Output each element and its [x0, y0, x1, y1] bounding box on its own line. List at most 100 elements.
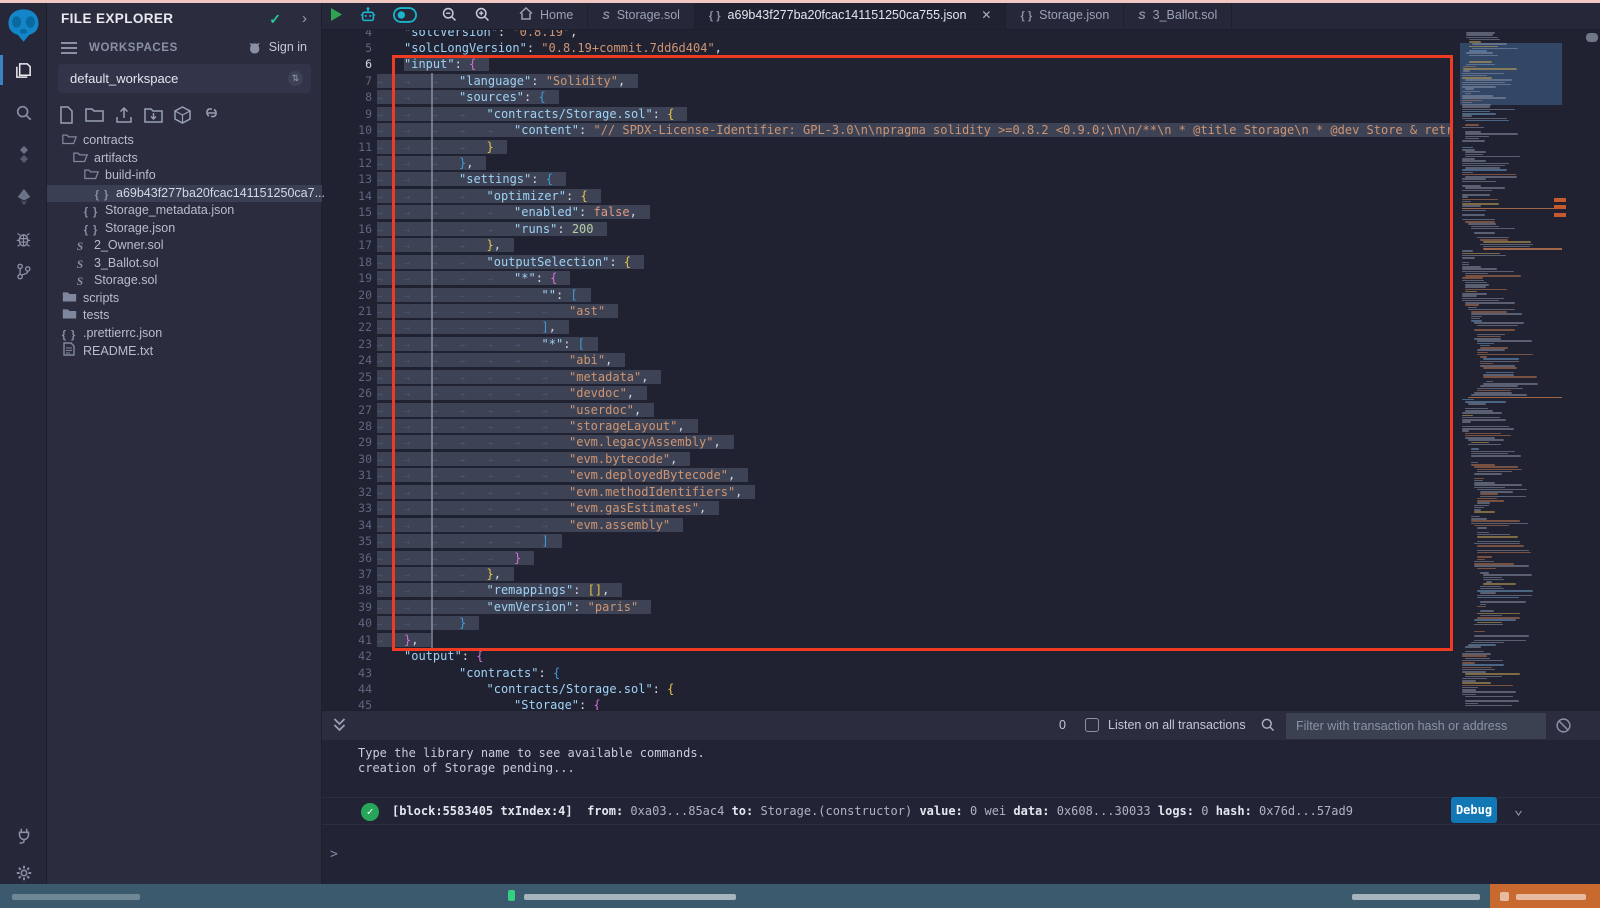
upload-folder-icon[interactable] [144, 106, 163, 123]
tx-expand-chevron-icon[interactable]: ⌄ [1514, 800, 1523, 818]
tree-item-scripts[interactable]: scripts [47, 290, 322, 308]
search-icon [15, 104, 33, 122]
workspace-select[interactable]: default_workspace ⇅ [58, 64, 311, 93]
code-line-5[interactable]: 5 "solcLongVersion": "0.8.19+commit.7dd6… [322, 40, 1453, 56]
listen-transactions-checkbox[interactable] [1085, 718, 1099, 732]
tree-item-label: Storage_metadata.json [105, 203, 234, 217]
tree-item-contracts[interactable]: contracts [47, 132, 322, 150]
file-explorer-panel: FILE EXPLORER ✓ › WORKSPACES Sign in def… [47, 0, 322, 884]
file-explorer-icon [14, 61, 33, 80]
code-line-43[interactable]: 43 "contracts": { [322, 665, 1453, 681]
code-line-44[interactable]: 44 "contracts/Storage.sol": { [322, 681, 1453, 697]
tree-item-2-owner-sol[interactable]: S2_Owner.sol [47, 237, 322, 255]
workspace-caret-icon: ⇅ [288, 71, 303, 86]
check-icon: ✓ [269, 11, 281, 28]
terminal-search-icon[interactable] [1260, 717, 1276, 733]
line-number: 19 [322, 270, 372, 286]
tree-item-storage-metadata-json[interactable]: { }Storage_metadata.json [47, 202, 322, 220]
tab-home[interactable]: Home [505, 0, 588, 29]
folder-open-icon [61, 132, 77, 151]
tree-item-3-ballot-sol[interactable]: S3_Ballot.sol [47, 255, 322, 273]
line-number: 35 [322, 533, 372, 549]
file-icon [61, 342, 77, 362]
assistant-toggle[interactable] [385, 0, 425, 29]
line-number: 37 [322, 566, 372, 582]
transaction-filter-input[interactable] [1286, 713, 1546, 739]
zoom-in-icon [474, 6, 491, 23]
line-number: 36 [322, 550, 372, 566]
remix-logo-icon[interactable] [5, 7, 42, 44]
annotation-rectangle [392, 55, 1453, 651]
editor-tab-bar: HomeSStorage.sol{ }a69b43f277ba20fcac141… [322, 0, 1600, 30]
git-branch-icon [15, 262, 32, 281]
status-alert-segment[interactable] [1490, 884, 1600, 908]
line-number: 13 [322, 171, 372, 187]
zoom-in-button[interactable] [466, 0, 499, 29]
rail-file-explorer-button[interactable] [0, 53, 47, 87]
editor-scrollbar[interactable] [1584, 30, 1600, 710]
line-number: 42 [322, 648, 372, 664]
tab-3-ballot-sol[interactable]: S3_Ballot.sol [1124, 0, 1232, 29]
scrollbar-thumb[interactable] [1586, 33, 1598, 42]
line-number: 30 [322, 451, 372, 467]
line-number: 6 [322, 56, 372, 72]
alert-text [1516, 894, 1586, 900]
ai-assistant-button[interactable] [351, 0, 385, 29]
tree-item-storage-sol[interactable]: SStorage.sol [47, 272, 322, 290]
clear-console-icon[interactable] [1555, 717, 1572, 734]
upload-file-icon[interactable] [115, 106, 133, 124]
link-icon[interactable] [202, 106, 221, 120]
tx-summary: [block:5583405 txIndex:4] from: 0xa03...… [392, 804, 1353, 818]
terminal-log-line: Type the library name to see available c… [358, 746, 705, 760]
tab-label: a69b43f277ba20fcac141151250ca755.json [728, 8, 967, 22]
tree-item-label: README.txt [83, 344, 153, 358]
tree-item-label: artifacts [94, 151, 138, 165]
tab-label: Storage.json [1039, 8, 1109, 22]
line-number: 28 [322, 418, 372, 434]
tree-item-storage-json[interactable]: { }Storage.json [47, 220, 322, 238]
panel-title: FILE EXPLORER [61, 11, 173, 26]
run-script-button[interactable] [322, 0, 351, 29]
line-number: 45 [322, 697, 372, 710]
sign-in-button[interactable]: Sign in [249, 40, 307, 54]
line-number: 15 [322, 204, 372, 220]
tree-item-label: Storage.sol [94, 273, 157, 287]
tree-item-artifacts[interactable]: artifacts [47, 150, 322, 168]
rail-deploy-and-run-button[interactable] [0, 180, 47, 214]
tab-icon: { } [1020, 8, 1032, 22]
plug-icon [15, 826, 33, 844]
debug-button[interactable]: Debug [1451, 797, 1497, 823]
new-file-icon[interactable] [59, 106, 74, 124]
rail-git-button[interactable] [0, 254, 47, 288]
status-icon [508, 890, 515, 901]
tree-item-build-info[interactable]: build-info [47, 167, 322, 185]
tab-close-icon[interactable]: ✕ [981, 8, 991, 22]
tree-item-a69b43f277ba20fcac141151250ca7-[interactable]: { }a69b43f277ba20fcac141151250ca7... [47, 185, 322, 203]
tab-storage-json[interactable]: { } Storage.json [1006, 0, 1124, 29]
zoom-out-button[interactable] [433, 0, 466, 29]
ipfs-cube-icon[interactable] [174, 106, 191, 124]
tree-item-label: 2_Owner.sol [94, 238, 163, 252]
tab-a69b43f277ba20fcac141151250ca755-json[interactable]: { }a69b43f277ba20fcac141151250ca755.json… [695, 0, 1007, 29]
collapse-terminal-icon[interactable] [332, 717, 347, 733]
minimap[interactable] [1460, 30, 1562, 710]
tree-item--prettierrc-json[interactable]: { }.prettierrc.json [47, 325, 322, 343]
terminal-prompt[interactable]: > [330, 847, 338, 862]
code-line-4[interactable]: 4 "solcVersion": "0.8.19", [322, 30, 1453, 40]
code-editor[interactable]: 4 "solcVersion": "0.8.19",5 "solcLongVer… [322, 30, 1600, 710]
tab-storage-sol[interactable]: SStorage.sol [588, 0, 695, 29]
panel-expand-icon[interactable]: › [302, 10, 307, 27]
line-number: 7 [322, 73, 372, 89]
workspaces-menu-icon[interactable] [61, 41, 77, 55]
line-number: 32 [322, 484, 372, 500]
code-line-45[interactable]: 45 "Storage": { [322, 697, 1453, 710]
rail-debugger-button[interactable] [0, 222, 47, 256]
tree-item-readme-txt[interactable]: README.txt [47, 342, 322, 360]
rail-plugin-manager-button[interactable] [0, 818, 47, 852]
rail-search-button[interactable] [0, 96, 47, 130]
terminal-output[interactable]: Type the library name to see available c… [322, 740, 1600, 884]
tree-item-tests[interactable]: tests [47, 307, 322, 325]
rail-solidity-compiler-button[interactable] [0, 138, 47, 172]
transaction-row[interactable]: ✓ [block:5583405 txIndex:4] from: 0xa03.… [322, 797, 1600, 825]
new-folder-icon[interactable] [85, 106, 104, 122]
